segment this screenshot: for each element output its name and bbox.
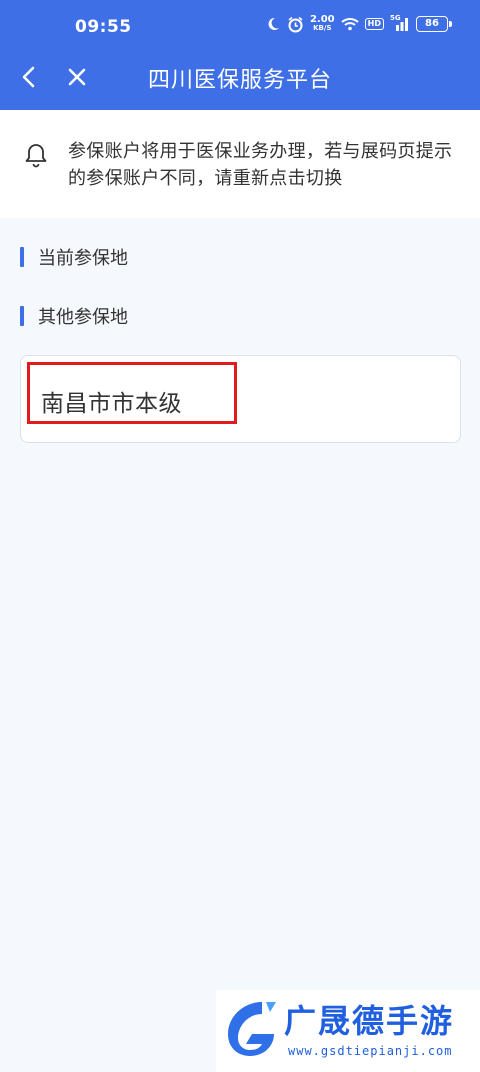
status-icons: 2.00 KB/S HD 5G 86 [265,14,452,33]
network-speed: 2.00 KB/S [310,15,335,33]
hd-badge: HD [364,18,384,30]
moon-icon [265,16,281,32]
section-other-locations: 其他参保地 [20,304,128,328]
signal-icon: 5G [390,14,410,31]
watermark-title: 广晟德手游 [284,1002,455,1040]
page-title: 四川医保服务平台 [147,68,332,93]
section-current-location: 当前参保地 [20,245,128,269]
alarm-icon [287,16,304,33]
app-header: 09:55 2.00 KB/S HD 5G 86 四川医保服务平台 [0,0,480,110]
network-speed-unit: KB/S [313,24,332,32]
status-bar: 09:55 2.00 KB/S HD 5G 86 [0,0,480,54]
section-marker [20,306,24,326]
nav-bar: 四川医保服务平台 [0,54,480,100]
section-title-other: 其他参保地 [38,307,128,328]
status-time: 09:55 [75,17,132,37]
network-speed-value: 2.00 [309,14,335,25]
brand-logo [228,1002,276,1056]
watermark-url: www.gsdtiepianji.com [288,1044,453,1058]
notice-text: 参保账户将用于医保业务办理，若与展码页提示的参保账户不同，请重新点击切换 [68,141,453,189]
section-marker [20,247,24,267]
wifi-icon [340,17,359,31]
battery-indicator: 86 [416,16,452,32]
location-option[interactable]: 南昌市市本级 [20,355,461,443]
notice-banner: 参保账户将用于医保业务办理，若与展码页提示的参保账户不同，请重新点击切换 [0,110,480,218]
signal-type: 5G [390,14,401,22]
bell-icon [24,142,48,172]
section-title-current: 当前参保地 [38,248,128,269]
location-name: 南昌市市本级 [41,391,182,417]
watermark: 广晟德手游 www.gsdtiepianji.com [216,990,480,1072]
